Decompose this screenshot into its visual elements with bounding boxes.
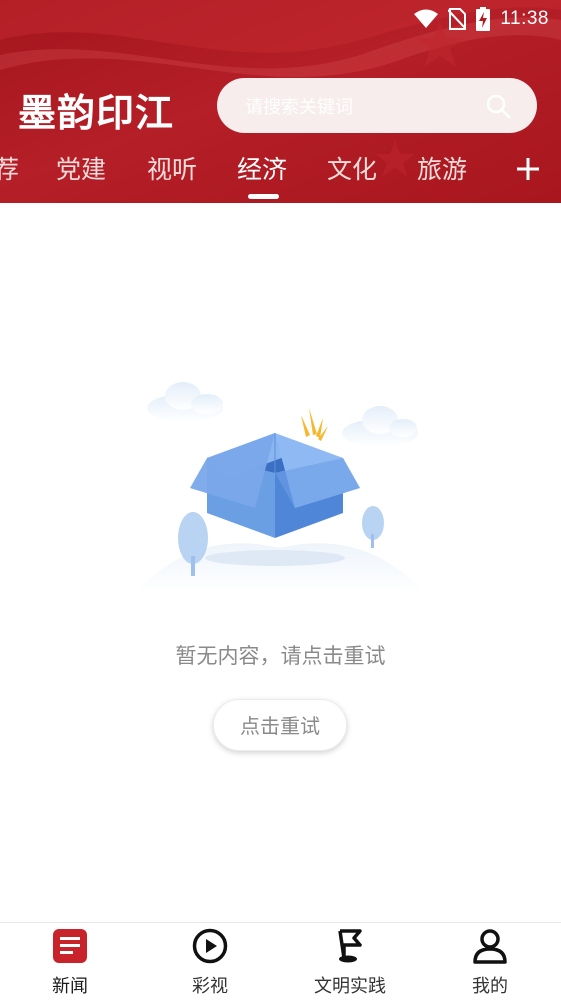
nav-item-profile[interactable]: 我的 [420, 923, 560, 1000]
search-bar[interactable]: 请搜索关键词 [217, 78, 537, 133]
tab-economy[interactable]: 经济 [237, 150, 287, 186]
status-bar: 11:38 [414, 6, 549, 32]
tab-party[interactable]: 党建 [56, 150, 106, 186]
profile-icon [473, 929, 507, 964]
tab-travel[interactable]: 旅游 [417, 150, 467, 186]
category-tabs: 荐 党建 视听 经济 文化 旅游 [0, 150, 561, 190]
app-title: 墨韵印江 [18, 90, 175, 135]
empty-box-illustration [135, 382, 425, 593]
battery-charging-icon [476, 7, 491, 31]
nav-label-profile: 我的 [472, 976, 508, 997]
nav-label-civilization: 文明实践 [314, 976, 386, 997]
status-time: 11:38 [500, 8, 549, 29]
app-header: 11:38 墨韵印江 请搜索关键词 荐 党建 视听 经济 文化 旅游 [0, 0, 561, 203]
active-tab-indicator [248, 194, 279, 199]
flag-icon [338, 929, 362, 963]
nav-item-civilization[interactable]: 文明实践 [280, 923, 420, 1000]
empty-state-message: 暂无内容，请点击重试 [175, 644, 386, 668]
tab-recommend[interactable]: 荐 [0, 150, 19, 186]
search-icon[interactable] [485, 93, 511, 119]
no-sim-icon [448, 8, 467, 30]
search-input[interactable]: 请搜索关键词 [245, 93, 353, 119]
nav-label-news: 新闻 [52, 976, 88, 997]
play-icon [192, 928, 228, 964]
bottom-nav: 新闻 彩视 文明实践 我的 [0, 922, 561, 1000]
tab-culture[interactable]: 文化 [327, 150, 377, 186]
wifi-icon [414, 9, 439, 28]
tab-video[interactable]: 视听 [147, 150, 197, 186]
nav-label-video: 彩视 [192, 976, 228, 997]
retry-button[interactable]: 点击重试 [213, 699, 347, 751]
news-icon [53, 929, 87, 963]
nav-item-news[interactable]: 新闻 [0, 923, 140, 1000]
add-channel-icon[interactable] [515, 156, 541, 182]
nav-item-video[interactable]: 彩视 [140, 923, 280, 1000]
